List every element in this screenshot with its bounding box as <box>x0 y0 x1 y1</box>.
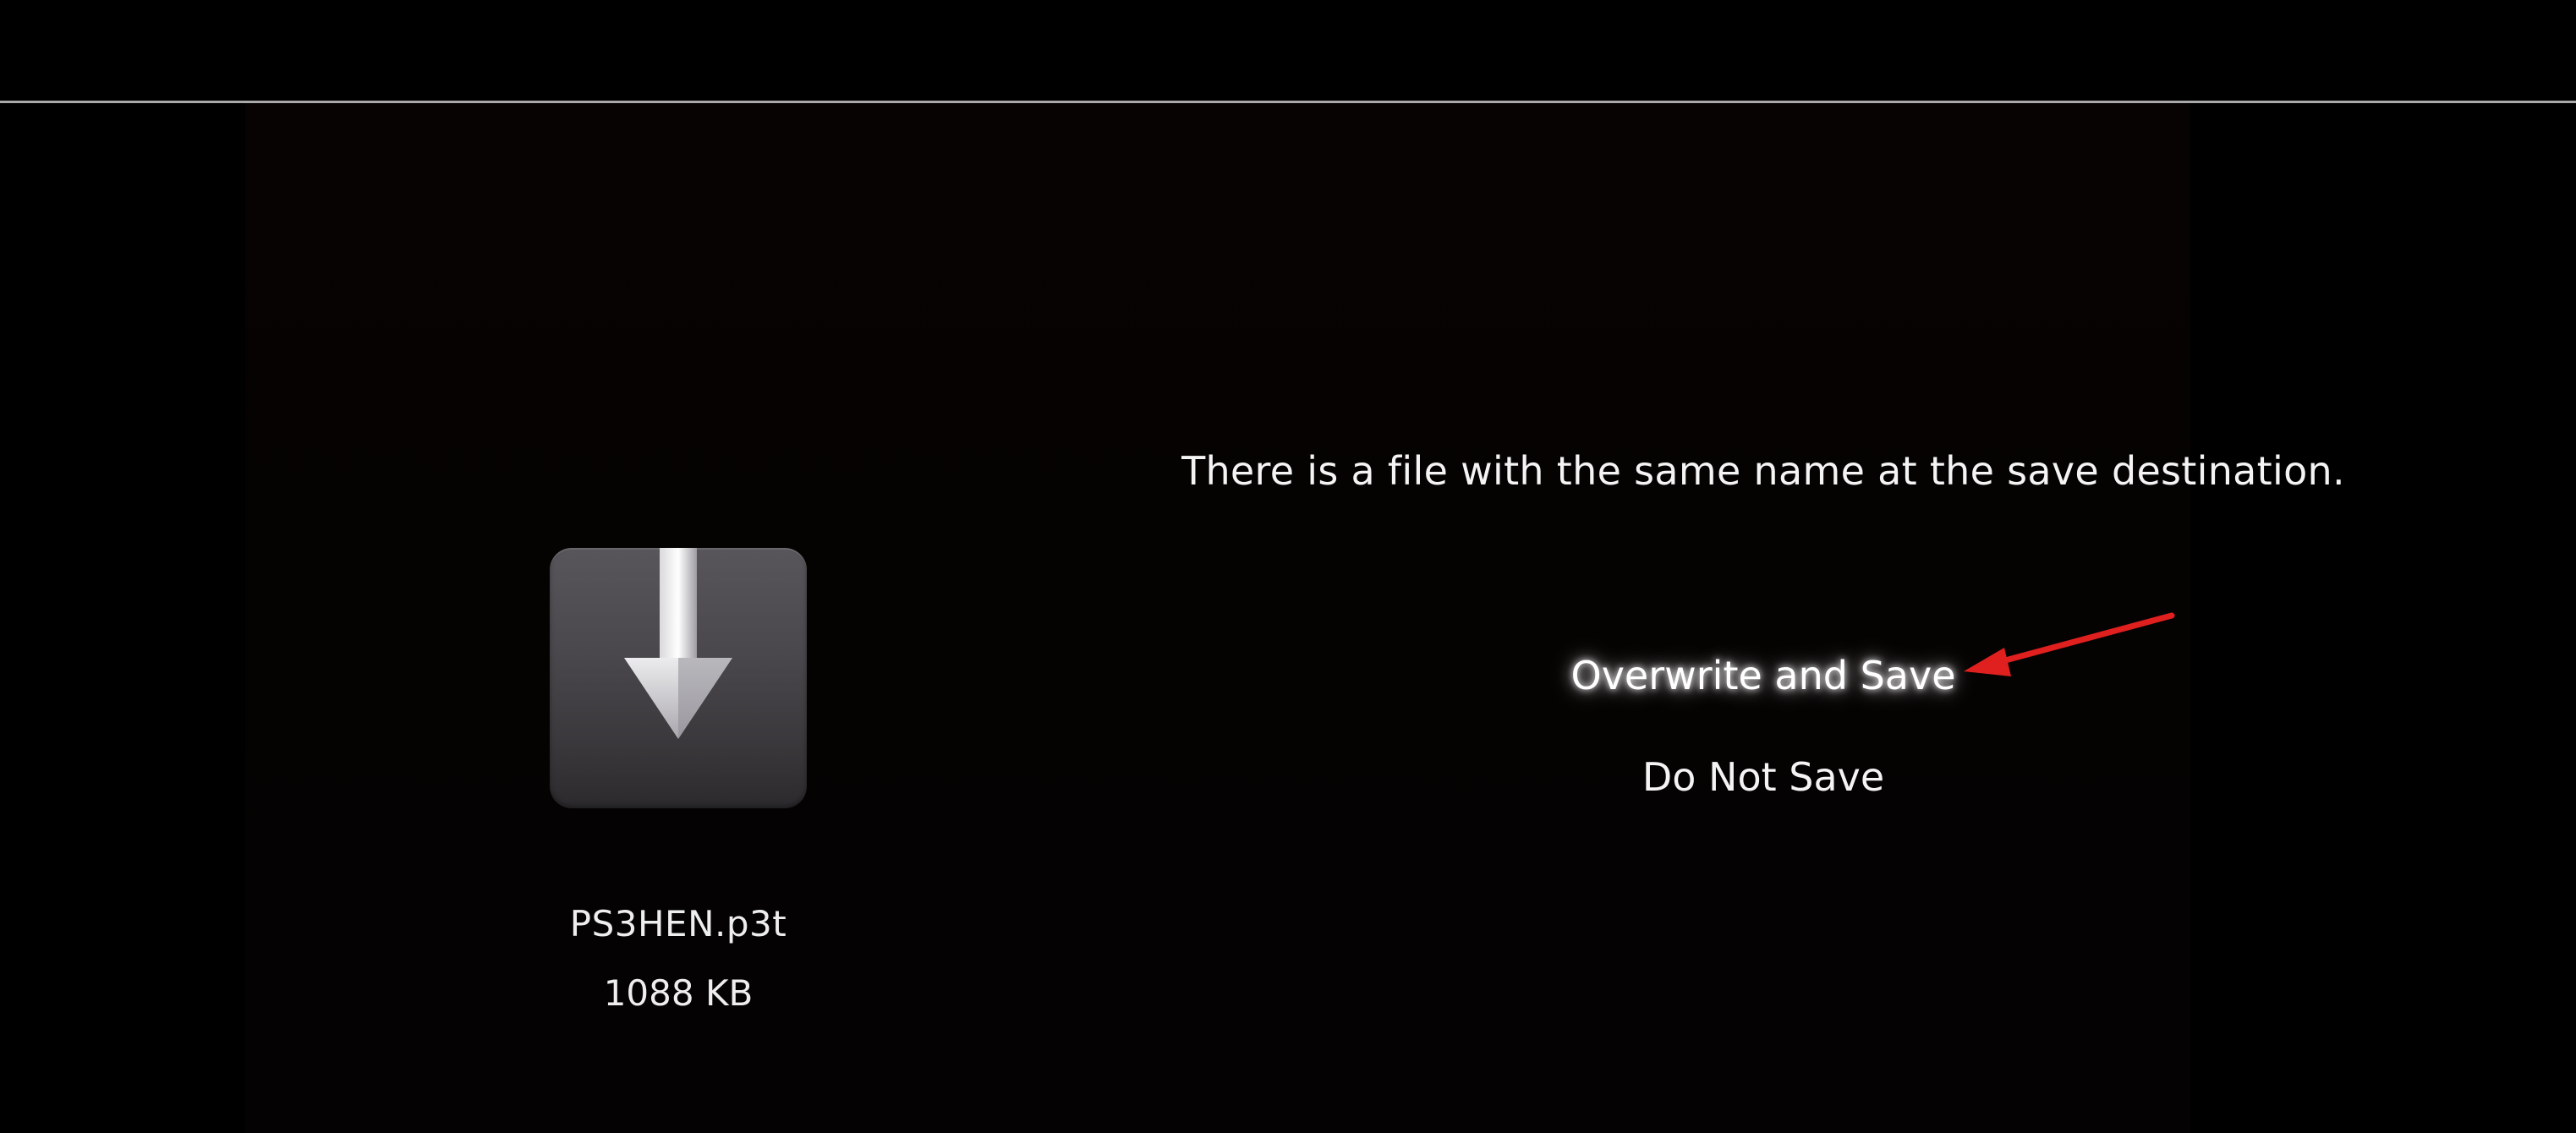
file-size: 1088 KB <box>603 972 754 1014</box>
red-pointer-arrow-icon <box>1964 612 2175 676</box>
do-not-save-option[interactable]: Do Not Save <box>1387 754 2140 800</box>
download-arrow-icon <box>550 548 807 808</box>
file-name: PS3HEN.p3t <box>569 903 787 944</box>
dialog-message: There is a file with the same name at th… <box>1181 448 2345 494</box>
ps3-xmb-screen: PS3HEN.p3t 1088 KB There is a file with … <box>0 0 2576 1133</box>
top-divider-line <box>0 101 2576 103</box>
